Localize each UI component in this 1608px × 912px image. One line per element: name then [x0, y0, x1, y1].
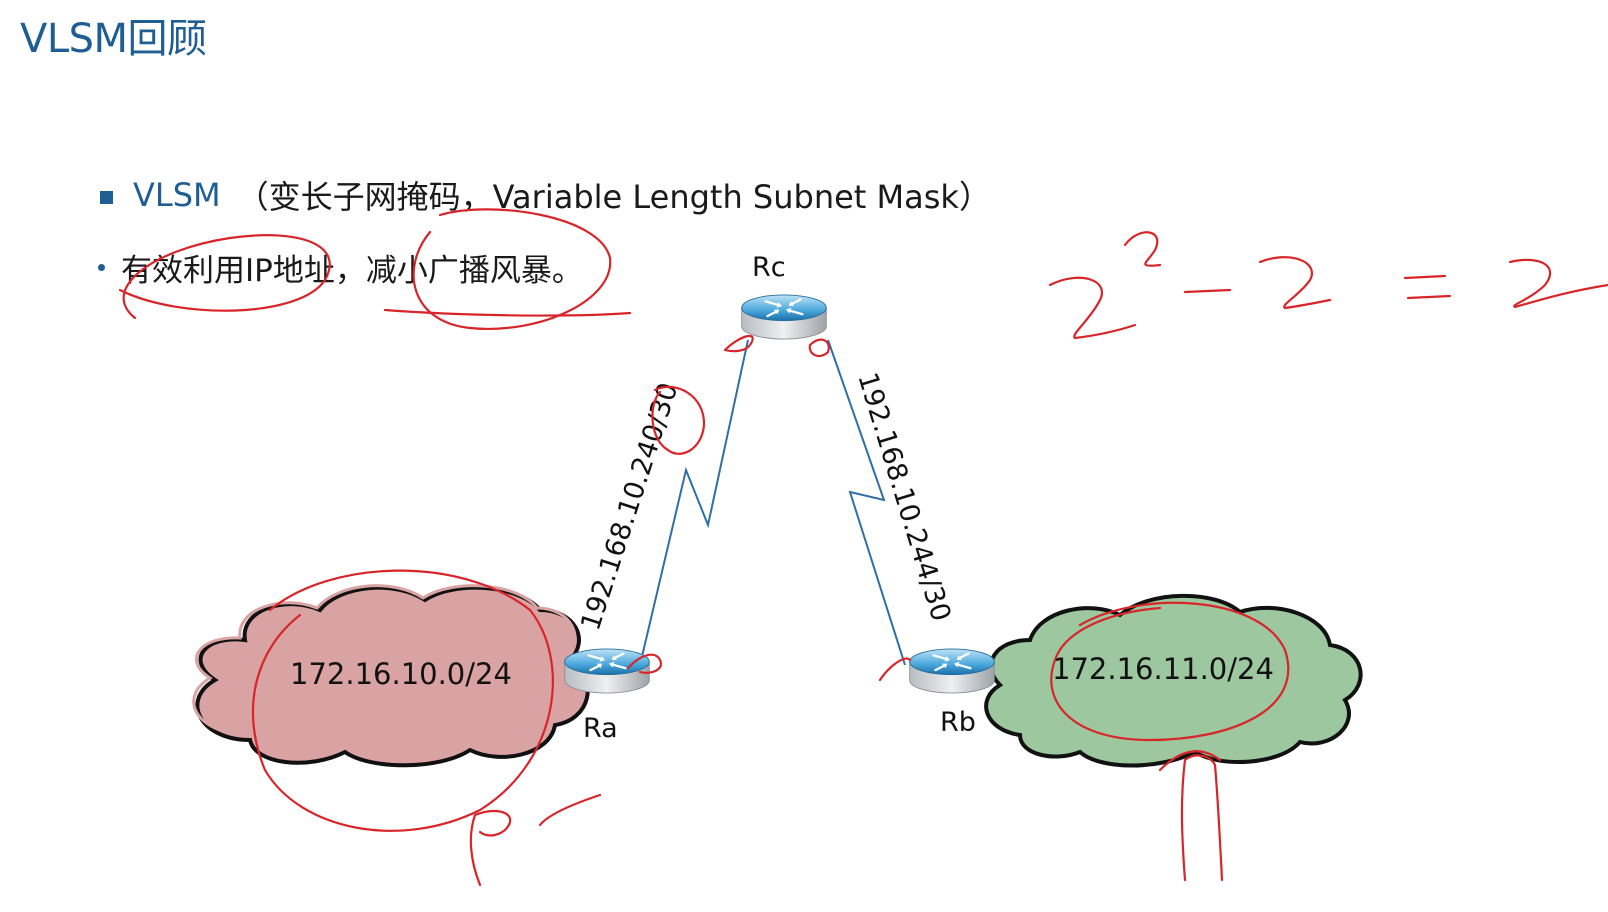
hand-drawn-arrow-icon: [1158, 750, 1224, 882]
router-ra: [563, 647, 651, 695]
hand-drawn-ellipse-icon: [412, 208, 612, 330]
router-rc: [740, 293, 828, 341]
network-diagram: Rc Ra Rb 172.16.10.0/24 172.16.11.0/24 1…: [118, 208, 1608, 887]
hand-drawn-annotations: [118, 208, 1608, 887]
hand-drawn-ellipse-icon: [118, 234, 331, 320]
network-label-left: 172.16.10.0/24: [290, 657, 512, 691]
network-label-right: 172.16.11.0/24: [1052, 652, 1274, 686]
router-label-rb: Rb: [940, 707, 976, 738]
router-label-rc: Rc: [752, 252, 786, 283]
hand-drawn-underline-icon: [383, 308, 632, 317]
router-rb: [908, 647, 996, 695]
router-label-ra: Ra: [583, 713, 618, 744]
hand-drawn-equation-icon: [1048, 231, 1608, 340]
link-label-ra-rc: 192.168.10.240/30: [575, 379, 684, 634]
hand-drawn-pc-icon: [469, 793, 602, 887]
